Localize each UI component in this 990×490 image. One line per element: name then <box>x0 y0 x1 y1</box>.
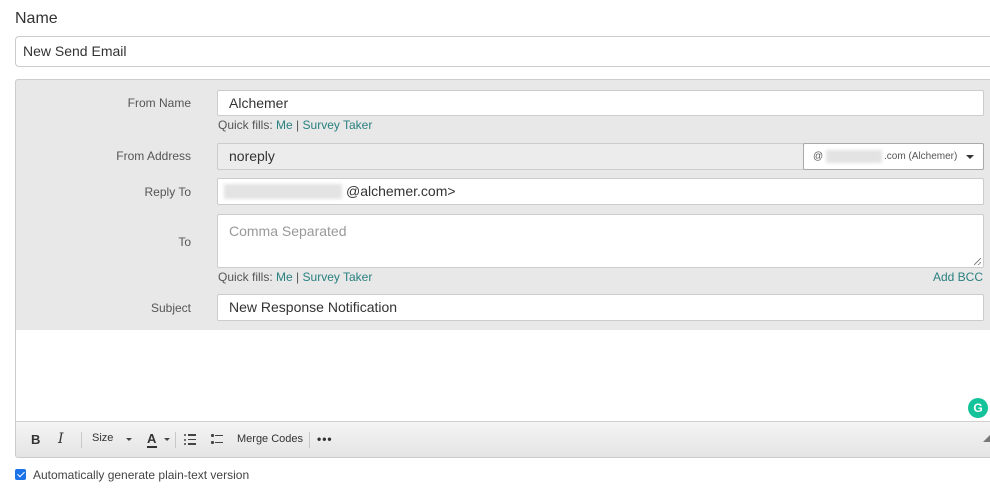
resize-grip-icon[interactable] <box>974 258 981 265</box>
name-label: Name <box>15 10 58 27</box>
toolbar-divider <box>175 432 176 448</box>
font-color-button[interactable]: A <box>147 431 157 448</box>
from-address-label: From Address <box>116 149 191 163</box>
editor-toolbar: B I Size A Merge Codes ••• <box>16 421 990 457</box>
reply-to-visible-text: @alchemer.com> <box>346 183 456 199</box>
quick-fill-separator: | <box>296 118 300 132</box>
subject-input[interactable]: New Response Notification <box>217 294 984 321</box>
toolbar-divider <box>309 432 310 448</box>
domain-at-sign: @ <box>813 151 824 162</box>
to-placeholder: Comma Separated <box>229 223 347 239</box>
quick-fill-survey-taker-link[interactable]: Survey Taker <box>303 118 373 132</box>
quick-fill-survey-taker-link[interactable]: Survey Taker <box>303 270 373 284</box>
more-options-icon[interactable]: ••• <box>317 432 333 446</box>
domain-suffix: .com (Alchemer) <box>884 151 958 162</box>
caret-down-icon <box>126 438 132 441</box>
domain-select[interactable]: @ .com (Alchemer) <box>803 143 984 170</box>
quick-fill-me-link[interactable]: Me <box>276 118 293 132</box>
from-address-field: noreply @ .com (Alchemer) <box>217 143 984 170</box>
email-settings-panel: From Name Alchemer Quick fills: Me | Sur… <box>15 79 990 458</box>
from-name-input[interactable]: Alchemer <box>217 90 984 116</box>
plaintext-label: Automatically generate plain-text versio… <box>33 468 250 482</box>
bulleted-list-icon[interactable] <box>211 434 223 445</box>
email-body-editor[interactable] <box>16 330 990 421</box>
to-quick-fills: Quick fills: Me | Survey Taker <box>218 270 372 284</box>
caret-down-icon <box>966 155 974 159</box>
editor-resize-icon[interactable] <box>983 433 990 442</box>
reply-to-input[interactable]: @alchemer.com> <box>217 178 984 205</box>
font-color-bar <box>147 446 157 448</box>
caret-down-icon <box>164 438 170 441</box>
name-input[interactable]: New Send Email <box>15 36 990 67</box>
plaintext-checkbox[interactable] <box>15 469 26 480</box>
quick-fill-me-link[interactable]: Me <box>276 270 293 284</box>
numbered-list-icon[interactable] <box>184 434 196 445</box>
from-name-quick-fills: Quick fills: Me | Survey Taker <box>218 118 372 132</box>
quick-fills-label: Quick fills: <box>218 270 273 284</box>
redacted-reply-to-name <box>224 184 342 199</box>
italic-button[interactable]: I <box>58 431 64 447</box>
grammarly-icon[interactable]: G <box>968 398 988 418</box>
merge-codes-button[interactable]: Merge Codes <box>237 433 303 445</box>
add-bcc-link[interactable]: Add BCC <box>933 270 983 284</box>
quick-fill-separator: | <box>296 270 300 284</box>
subject-label: Subject <box>150 301 191 315</box>
bold-button[interactable]: B <box>31 432 40 447</box>
reply-to-label: Reply To <box>144 185 191 199</box>
from-name-label: From Name <box>127 96 191 110</box>
to-label: To <box>178 235 191 249</box>
toolbar-divider <box>81 432 82 448</box>
size-dropdown[interactable]: Size <box>92 432 113 444</box>
from-address-input[interactable]: noreply <box>229 144 275 169</box>
to-textarea[interactable]: Comma Separated <box>217 214 984 268</box>
redacted-domain <box>826 150 882 163</box>
quick-fills-label: Quick fills: <box>218 118 273 132</box>
font-color-icon: A <box>147 431 157 446</box>
